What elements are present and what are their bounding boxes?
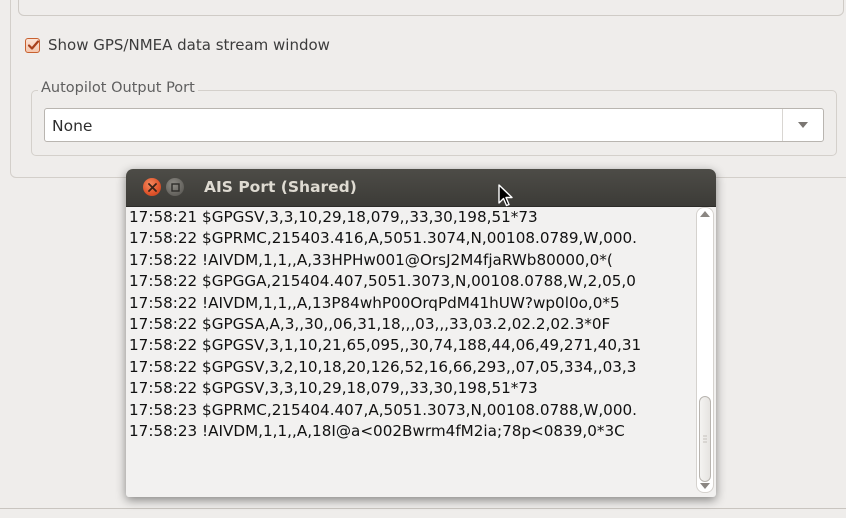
window-titlebar[interactable]: AIS Port (Shared) [126, 169, 716, 207]
maximize-icon [170, 182, 180, 192]
log-line: 17:58:22 $GPGGA,215404.407,5051.3073,N,0… [129, 272, 636, 291]
grip-icon [703, 435, 707, 443]
autopilot-port-value: None [52, 117, 93, 135]
ais-port-window: AIS Port (Shared) 17:58:21 $GPGSV,3,3,10… [126, 169, 716, 497]
log-line: 17:58:22 $GPGSV,3,2,10,18,20,126,52,16,6… [129, 357, 637, 376]
log-line: 17:58:22 $GPRMC,215403.416,A,5051.3074,N… [129, 229, 637, 248]
log-line: 17:58:22 $GPGSV,3,1,10,21,65,095,,30,74,… [129, 336, 642, 355]
checkmark-icon [27, 39, 40, 50]
divider [0, 508, 846, 509]
log-line: 17:58:22 $GPGSV,3,3,10,29,18,079,,33,30,… [129, 379, 538, 398]
log-scrollbar[interactable] [696, 207, 714, 493]
close-icon [147, 182, 157, 192]
show-gps-checkbox[interactable] [25, 37, 40, 53]
log-line: 17:58:23 $GPRMC,215404.407,A,5051.3073,N… [129, 400, 637, 419]
window-title: AIS Port (Shared) [204, 178, 357, 196]
dropdown-toggle-button[interactable] [782, 109, 823, 141]
scroll-down-arrow-icon[interactable] [700, 483, 710, 489]
show-gps-option[interactable]: Show GPS/NMEA data stream window [25, 35, 330, 55]
log-line: 17:58:23 !AIVDM,1,1,,A,18I@a<002Bwrm4fM2… [129, 421, 625, 440]
settings-dialog: Show GPS/NMEA data stream window Autopil… [0, 0, 846, 518]
mouse-cursor-icon [498, 184, 513, 207]
log-line: 17:58:22 $GPGSA,A,3,,30,,06,31,18,,,03,,… [129, 314, 611, 333]
nmea-log[interactable]: 17:58:21 $GPGSV,3,3,10,29,18,079,,33,30,… [127, 207, 697, 493]
log-line: 17:58:22 !AIVDM,1,1,,A,33HPHw001@OrsJ2M4… [129, 250, 613, 269]
maximize-window-button[interactable] [166, 178, 184, 196]
show-gps-label[interactable]: Show GPS/NMEA data stream window [48, 36, 330, 54]
autopilot-port-dropdown[interactable]: None [44, 108, 824, 142]
settings-top-panel [18, 0, 844, 16]
log-line: 17:58:21 $GPGSV,3,3,10,29,18,079,,33,30,… [129, 208, 538, 226]
log-line: 17:58:22 !AIVDM,1,1,,A,13P84whP00OrqPdM4… [129, 293, 620, 312]
scroll-up-arrow-icon[interactable] [700, 211, 710, 217]
autopilot-port-group-label: Autopilot Output Port [38, 80, 198, 96]
close-window-button[interactable] [143, 178, 161, 196]
chevron-down-icon [798, 122, 808, 128]
scrollbar-thumb[interactable] [699, 396, 711, 482]
